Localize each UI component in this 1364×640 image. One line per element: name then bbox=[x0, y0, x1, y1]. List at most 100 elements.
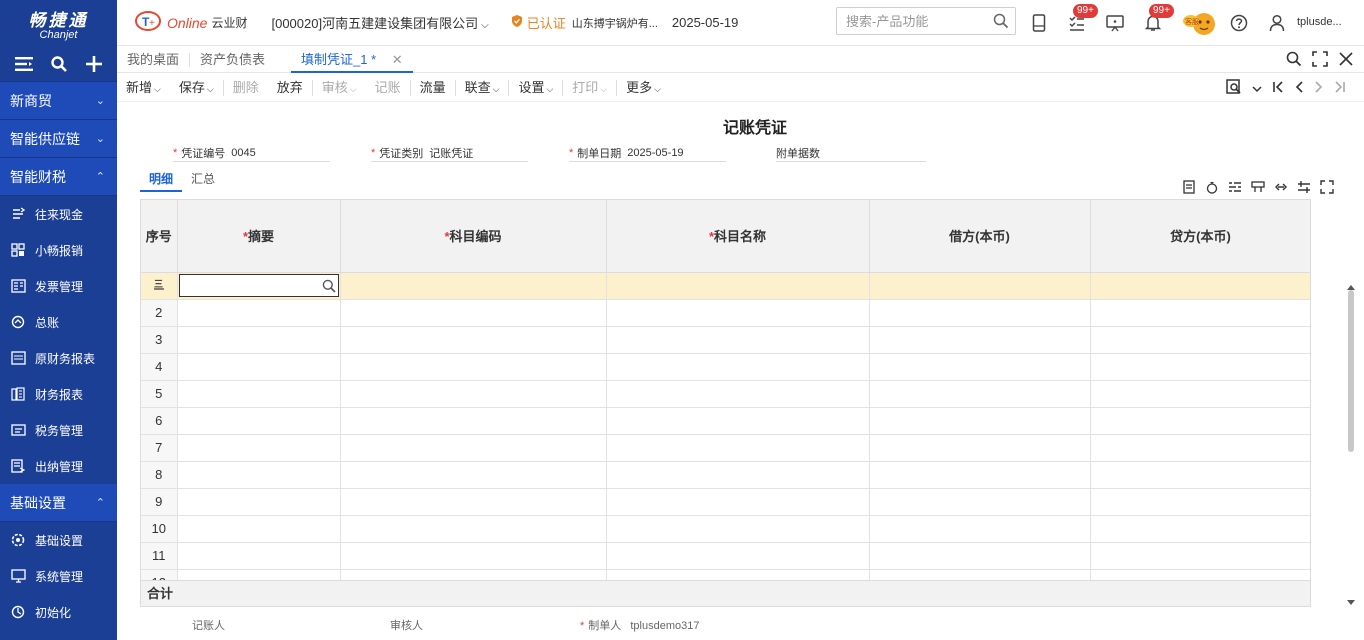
cell-summary[interactable] bbox=[177, 326, 341, 354]
balance-icon[interactable] bbox=[1205, 180, 1219, 197]
column-header-credit[interactable]: 贷方(本币) bbox=[1090, 200, 1310, 273]
column-header-debit[interactable]: 借方(本币) bbox=[869, 200, 1091, 273]
cell-summary[interactable] bbox=[177, 299, 341, 327]
chanjet-logo[interactable]: 畅捷通 Chanjet bbox=[0, 0, 117, 46]
cell-summary[interactable] bbox=[177, 542, 341, 570]
attachment-count-field[interactable]: 附单据数 bbox=[776, 144, 926, 162]
cell-credit[interactable] bbox=[1090, 272, 1310, 300]
cell-credit[interactable] bbox=[1090, 542, 1310, 570]
sidebar-item-basic-settings[interactable]: 基础设置 bbox=[0, 522, 117, 558]
cell-summary[interactable] bbox=[177, 488, 341, 516]
table-row[interactable]: 5 bbox=[141, 380, 1310, 408]
tab-voucher-entry[interactable]: 填制凭证_1 * ✕ bbox=[291, 47, 413, 73]
next-record-icon[interactable] bbox=[1314, 80, 1324, 97]
cell-debit[interactable] bbox=[869, 461, 1091, 489]
customer-service-icon[interactable]: 客服 bbox=[1182, 8, 1220, 38]
sidebar-group-basic[interactable]: 基础设置 ⌃ bbox=[0, 484, 117, 522]
summary-input[interactable] bbox=[178, 274, 339, 297]
cell-account-name[interactable] bbox=[606, 299, 870, 327]
cell-account-name[interactable] bbox=[606, 542, 870, 570]
cell-account-code[interactable] bbox=[340, 299, 607, 327]
table-row[interactable]: 8 bbox=[141, 461, 1310, 489]
tab-summary[interactable]: 汇总 bbox=[182, 168, 224, 192]
cell-account-name[interactable] bbox=[606, 407, 870, 435]
search-icon[interactable] bbox=[993, 13, 1009, 32]
cell-account-code[interactable] bbox=[340, 353, 607, 381]
cell-account-name[interactable] bbox=[606, 461, 870, 489]
link-icon[interactable] bbox=[1274, 180, 1288, 197]
cell-credit[interactable] bbox=[1090, 461, 1310, 489]
sidebar-item-init[interactable]: 初始化 bbox=[0, 594, 117, 630]
print-button[interactable]: 打印 ⌵ bbox=[563, 79, 618, 96]
last-record-icon[interactable] bbox=[1334, 80, 1346, 97]
table-row[interactable]: 三 bbox=[141, 272, 1310, 300]
menu-icon[interactable] bbox=[13, 53, 35, 75]
cell-credit[interactable] bbox=[1090, 380, 1310, 408]
sidebar-item-cashier[interactable]: 出纳管理 bbox=[0, 448, 117, 484]
sidebar-item-system[interactable]: 系统管理 bbox=[0, 558, 117, 594]
sidebar-group-xinshangmao[interactable]: 新商贸 ⌄ bbox=[0, 82, 117, 120]
table-row[interactable]: 10 bbox=[141, 515, 1310, 543]
scrollbar-thumb[interactable] bbox=[1348, 290, 1354, 452]
message-icon[interactable] bbox=[1105, 13, 1125, 33]
row-edit-icon[interactable]: 三 bbox=[153, 278, 165, 293]
cell-credit[interactable] bbox=[1090, 407, 1310, 435]
tab-balance-sheet[interactable]: 资产负债表 bbox=[190, 47, 275, 73]
sidebar-item-tax[interactable]: 税务管理 bbox=[0, 412, 117, 448]
user-icon[interactable] bbox=[1267, 13, 1287, 33]
sidebar-item-report[interactable]: 财务报表 bbox=[0, 376, 117, 412]
list-settings-icon[interactable] bbox=[1228, 180, 1242, 197]
filter-icon[interactable] bbox=[1297, 180, 1311, 197]
new-button[interactable]: 新增 ⌵ bbox=[117, 80, 170, 96]
cell-account-code[interactable] bbox=[340, 380, 607, 408]
sidebar-item-invoice[interactable]: 发票管理 bbox=[0, 268, 117, 304]
sidebar-item-ledger[interactable]: 总账 bbox=[0, 304, 117, 340]
close-icon[interactable] bbox=[1338, 51, 1354, 70]
table-row[interactable]: 3 bbox=[141, 326, 1310, 354]
cell-account-name[interactable] bbox=[606, 515, 870, 543]
cell-summary[interactable] bbox=[177, 515, 341, 543]
close-icon[interactable]: ✕ bbox=[392, 52, 403, 67]
grid-scrollbar[interactable] bbox=[1346, 278, 1356, 605]
sidebar-group-finance-tax[interactable]: 智能财税 ⌃ bbox=[0, 158, 117, 196]
sidebar-item-ufo-report[interactable]: 原财务报表 bbox=[0, 340, 117, 376]
cell-debit[interactable] bbox=[869, 299, 1091, 327]
audit-button[interactable]: 审核 ⌵ bbox=[313, 80, 366, 96]
cell-account-code[interactable] bbox=[340, 461, 607, 489]
search-icon[interactable] bbox=[322, 279, 336, 296]
help-icon[interactable] bbox=[1229, 13, 1249, 33]
cell-debit[interactable] bbox=[869, 380, 1091, 408]
cell-account-name[interactable] bbox=[606, 326, 870, 354]
column-header-summary[interactable]: *摘要 bbox=[177, 200, 341, 273]
cell-account-name[interactable] bbox=[606, 272, 870, 300]
certification[interactable]: 已认证 山东搏宇锅炉有... bbox=[511, 13, 658, 32]
cell-account-name[interactable] bbox=[606, 380, 870, 408]
cell-account-name[interactable] bbox=[606, 488, 870, 516]
cell-summary[interactable] bbox=[177, 272, 341, 300]
first-record-icon[interactable] bbox=[1272, 80, 1284, 97]
table-row[interactable]: 4 bbox=[141, 353, 1310, 381]
cell-credit[interactable] bbox=[1090, 434, 1310, 462]
cell-debit[interactable] bbox=[869, 542, 1091, 570]
flow-button[interactable]: 流量 bbox=[411, 79, 456, 96]
more-button[interactable]: 更多 ⌵ bbox=[617, 80, 670, 96]
sidebar-item-cash[interactable]: 往来现金 bbox=[0, 196, 117, 232]
post-button[interactable]: 记账 bbox=[366, 79, 411, 96]
bell-icon[interactable]: 99+ bbox=[1143, 4, 1174, 33]
cell-account-code[interactable] bbox=[340, 272, 607, 300]
search-icon[interactable] bbox=[1286, 51, 1302, 70]
cell-credit[interactable] bbox=[1090, 326, 1310, 354]
query-button[interactable]: 联查 ⌵ bbox=[456, 79, 510, 96]
table-row[interactable]: 7 bbox=[141, 434, 1310, 462]
column-header-account-name[interactable]: *科目名称 bbox=[606, 200, 870, 273]
sidebar-group-supply-chain[interactable]: 智能供应链 ⌄ bbox=[0, 120, 117, 158]
cell-debit[interactable] bbox=[869, 434, 1091, 462]
cell-account-code[interactable] bbox=[340, 488, 607, 516]
table-row[interactable]: 2 bbox=[141, 299, 1310, 327]
cell-debit[interactable] bbox=[869, 515, 1091, 543]
plus-icon[interactable] bbox=[83, 53, 105, 75]
previous-record-icon[interactable] bbox=[1294, 80, 1304, 97]
settings-button[interactable]: 设置 ⌵ bbox=[509, 79, 564, 96]
cell-account-code[interactable] bbox=[340, 434, 607, 462]
phone-icon[interactable] bbox=[1029, 13, 1049, 33]
